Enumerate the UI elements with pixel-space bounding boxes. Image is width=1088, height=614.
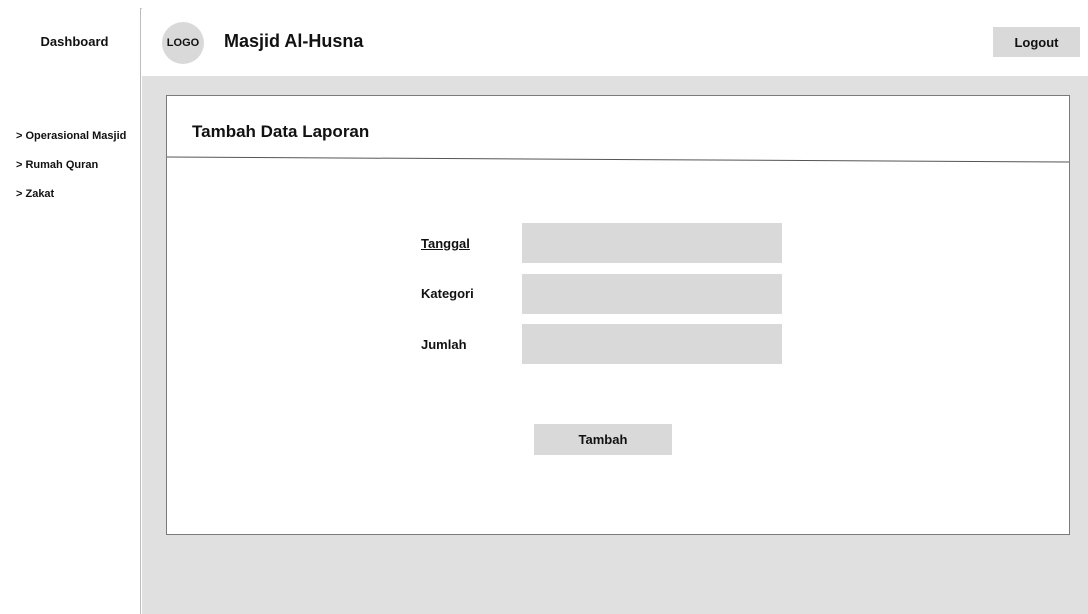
sidebar-item-operasional-masjid[interactable]: > Operasional Masjid: [16, 130, 126, 159]
kategori-label: Kategori: [421, 286, 474, 301]
app-title: Masjid Al-Husna: [224, 31, 364, 51]
card-title: Tambah Data Laporan: [192, 122, 370, 141]
tanggal-input[interactable]: [522, 223, 782, 263]
kategori-input[interactable]: [522, 274, 782, 314]
tanggal-label: Tanggal: [421, 236, 470, 251]
sidebar-title[interactable]: Dashboard: [8, 8, 141, 76]
sidebar-menu: > Operasional Masjid > Rumah Quran > Zak…: [16, 130, 126, 217]
sidebar: Dashboard > Operasional Masjid > Rumah Q…: [8, 8, 141, 614]
sidebar-item-rumah-quran[interactable]: > Rumah Quran: [16, 159, 126, 188]
logo-text: LOGO: [166, 37, 200, 49]
tambah-button[interactable]: Tambah: [534, 424, 672, 455]
top-header: LOGO Masjid Al-Husna Logout: [142, 8, 1088, 76]
add-report-card: Tambah Data Laporan Tanggal Kategori Jum…: [166, 95, 1070, 535]
sidebar-item-zakat[interactable]: > Zakat: [16, 188, 126, 217]
card-divider: [167, 156, 1069, 163]
logout-button[interactable]: Logout: [993, 27, 1080, 57]
jumlah-input[interactable]: [522, 324, 782, 364]
jumlah-label: Jumlah: [421, 337, 467, 352]
logo: LOGO: [162, 22, 204, 64]
